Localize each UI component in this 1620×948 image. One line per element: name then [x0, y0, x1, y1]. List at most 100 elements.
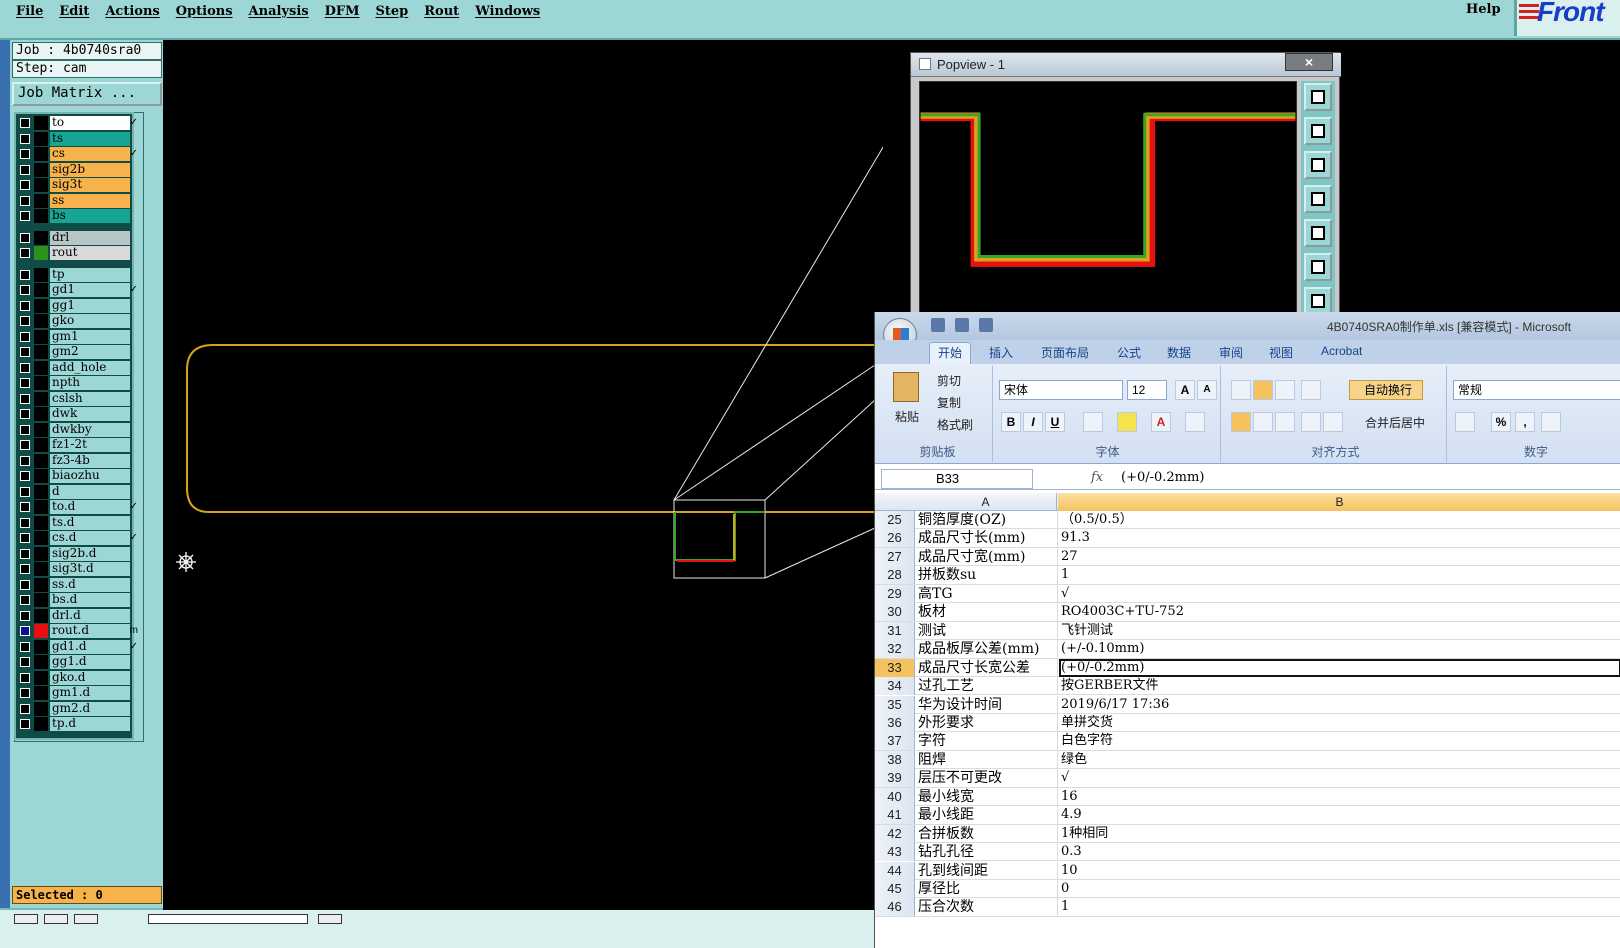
row-number[interactable]: 25 [875, 511, 915, 529]
cell-a[interactable]: 最小线宽 [916, 787, 1058, 806]
layer-name[interactable]: gg1.d [50, 655, 130, 669]
align-top-icon[interactable] [1231, 380, 1251, 400]
layer-row[interactable]: add_hole [16, 360, 142, 375]
layer-row[interactable]: to ✓ [16, 116, 142, 130]
cell-a[interactable]: 合拼板数 [916, 824, 1058, 843]
close-button[interactable]: × [1285, 53, 1333, 71]
layer-row[interactable]: gko [16, 314, 142, 328]
cell-a[interactable]: 字符 [916, 732, 1058, 751]
number-format-select[interactable]: 常规 [1453, 380, 1620, 400]
layer-color-swatch[interactable] [34, 562, 48, 576]
layer-name[interactable]: cs.d [50, 531, 130, 545]
layer-row[interactable]: cslsh [16, 391, 142, 406]
layer-row[interactable]: gm2 [16, 345, 142, 359]
align-right-icon[interactable] [1275, 412, 1295, 432]
layer-checkbox[interactable] [20, 164, 30, 175]
layer-name[interactable]: ts.d [50, 515, 130, 530]
align-bottom-icon[interactable] [1275, 380, 1295, 400]
layer-checkbox[interactable] [20, 180, 30, 190]
cell-b[interactable]: √ [1059, 769, 1620, 787]
menu-actions[interactable]: Actions [105, 4, 159, 19]
pan-left-icon[interactable] [1304, 185, 1332, 213]
menu-windows[interactable]: Windows [475, 4, 540, 19]
row-number[interactable]: 45 [875, 880, 915, 898]
formula-input[interactable]: (+0/-0.2mm) [1121, 470, 1204, 485]
row-number[interactable]: 29 [875, 584, 915, 603]
layer-name[interactable]: to [50, 116, 130, 130]
cell-a[interactable]: 成品尺寸宽(mm) [916, 547, 1058, 566]
layer-name[interactable]: sig3t.d [50, 562, 130, 576]
layer-checkbox[interactable] [20, 149, 30, 159]
row-number[interactable]: 39 [875, 769, 915, 788]
layer-row[interactable]: fz3-4b [16, 453, 142, 468]
layer-checkbox[interactable] [20, 424, 30, 435]
layer-checkbox[interactable] [20, 703, 30, 714]
layer-row[interactable]: ts.d [16, 515, 142, 530]
layer-row[interactable]: ts [16, 131, 142, 146]
underline-button[interactable]: U [1045, 412, 1065, 432]
layer-row[interactable]: sig3t.d [16, 562, 142, 576]
increase-indent-icon[interactable] [1323, 412, 1343, 432]
cell-a[interactable]: 阻焊 [916, 750, 1058, 769]
layer-name[interactable]: gd1.d [50, 639, 130, 654]
layer-checkbox[interactable] [20, 455, 30, 466]
cell-b[interactable]: 0.3 [1059, 843, 1620, 861]
layer-color-swatch[interactable] [34, 608, 48, 623]
layer-row[interactable]: gm2.d [16, 701, 142, 716]
currency-icon[interactable] [1455, 412, 1475, 432]
tab-data[interactable]: 数据 [1167, 344, 1191, 361]
layer-row[interactable]: rout [16, 246, 142, 260]
layer-name[interactable]: fz3-4b [50, 453, 130, 468]
cell-a[interactable]: 成品尺寸长(mm) [916, 529, 1058, 548]
layer-color-swatch[interactable] [34, 116, 48, 130]
tab-page-layout[interactable]: 页面布局 [1041, 344, 1089, 361]
layer-checkbox[interactable] [20, 502, 30, 512]
layer-color-swatch[interactable] [34, 670, 48, 685]
layer-color-swatch[interactable] [34, 246, 48, 260]
cell-a[interactable]: 压合次数 [916, 898, 1058, 917]
shrink-font-icon[interactable]: A [1197, 380, 1217, 400]
cell-b[interactable]: √ [1059, 585, 1620, 603]
layer-name[interactable]: drl [50, 230, 130, 245]
paste-button[interactable]: 粘贴 [895, 408, 919, 425]
cell-a[interactable]: 板材 [916, 603, 1058, 622]
cell-b[interactable]: 1种相同 [1059, 825, 1620, 843]
row-number[interactable]: 27 [875, 547, 915, 566]
command-field[interactable] [148, 914, 308, 924]
layer-color-swatch[interactable] [34, 484, 48, 499]
excel-titlebar[interactable]: 4B0740SRA0制作单.xls [兼容模式] - Microsoft [875, 312, 1620, 340]
cell-b[interactable]: 4.9 [1059, 806, 1620, 824]
layer-row[interactable]: npth [16, 376, 142, 390]
layer-checkbox[interactable] [20, 393, 30, 404]
layer-row[interactable]: gd1 ✓ [16, 283, 142, 297]
layer-row[interactable]: gd1.d ✓ [16, 639, 142, 654]
merge-center-button[interactable]: 合并后居中 [1365, 414, 1425, 431]
pan-up-icon[interactable] [1304, 117, 1332, 145]
layer-checkbox[interactable] [20, 548, 30, 559]
tab-formulas[interactable]: 公式 [1117, 344, 1141, 361]
borders-icon[interactable] [1083, 412, 1103, 432]
layer-checkbox[interactable] [20, 533, 30, 543]
cell-b[interactable]: 白色字符 [1059, 732, 1620, 750]
layer-color-swatch[interactable] [34, 131, 48, 146]
menu-file[interactable]: File [16, 4, 43, 19]
layer-name[interactable]: to.d [50, 500, 130, 514]
layer-name[interactable]: add_hole [50, 360, 130, 375]
graphic-canvas[interactable] [163, 40, 883, 910]
layer-row[interactable]: drl.d [16, 608, 142, 623]
layer-checkbox[interactable] [20, 316, 30, 326]
layer-checkbox[interactable] [20, 118, 30, 128]
cell-b[interactable]: (+/-0.10mm) [1059, 640, 1620, 658]
layer-name[interactable]: cs [50, 147, 130, 161]
layer-color-swatch[interactable] [34, 469, 48, 483]
layer-row[interactable]: gm1 [16, 329, 142, 344]
layer-color-swatch[interactable] [34, 546, 48, 561]
layer-row[interactable]: bs [16, 209, 142, 223]
cell-a[interactable]: 外形要求 [916, 713, 1058, 732]
cell-a[interactable]: 成品尺寸长宽公差 [916, 658, 1058, 677]
cell-b[interactable]: 91.3 [1059, 529, 1620, 547]
layer-name[interactable]: gko.d [50, 670, 130, 685]
layer-name[interactable]: tp [50, 267, 130, 282]
layer-checkbox[interactable] [20, 331, 30, 342]
row-number[interactable]: 26 [875, 529, 915, 548]
